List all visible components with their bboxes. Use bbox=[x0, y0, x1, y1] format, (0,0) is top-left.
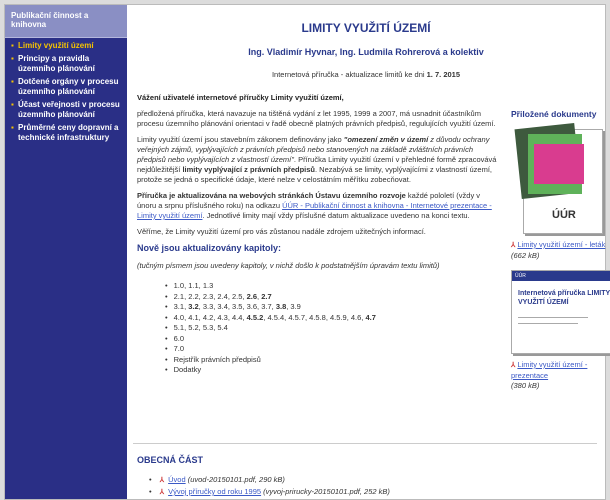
text: Limity využití území jsou stavebním záko… bbox=[137, 135, 344, 144]
updated-chapters-note: (tučným písmem jsou uvedeny kapitoly, v … bbox=[137, 261, 440, 270]
list-item: 6.0 bbox=[165, 334, 499, 345]
sidebar-header: Publikační činnost a knihovna bbox=[5, 5, 127, 38]
sidebar: Publikační činnost a knihovna ▪ Limity vy… bbox=[5, 5, 127, 499]
cover-header: ÚÚR bbox=[512, 271, 610, 281]
bullet-icon: ▪ bbox=[11, 77, 14, 86]
bullet-icon: ▪ bbox=[11, 54, 14, 63]
sidebar-item-label: Účast veřejnosti v procesu územního plán… bbox=[18, 100, 120, 119]
list-item: ⅄ Vývoj příručky od roku 1995 (vyvoj-pri… bbox=[149, 486, 390, 498]
sidebar-item-label: Průměrné ceny dopravní a technické infra… bbox=[18, 123, 119, 142]
list-item: Dodatky bbox=[165, 365, 499, 376]
pdf-icon: ⅄ bbox=[511, 242, 516, 249]
attached-documents: Přiložené dokumenty ÚÚR ⅄ Limity využití… bbox=[511, 109, 610, 400]
file-info: (vyvoj-prirucky-20150101.pdf, 252 kB) bbox=[263, 487, 390, 496]
bullet-icon: ▪ bbox=[11, 41, 14, 50]
leaflet-thumbnail[interactable]: ÚÚR bbox=[514, 123, 603, 234]
page: Publikační činnost a knihovna ▪ Limity vy… bbox=[4, 4, 610, 500]
pdf-icon: ⅄ bbox=[159, 489, 165, 496]
file-link[interactable]: Vývoj příručky od roku 1995 bbox=[168, 487, 261, 496]
chapter-list: 1.0, 1.1, 1.3 2.1, 2.2, 2.3, 2.4, 2.5, 2… bbox=[137, 281, 499, 376]
sidebar-item-prumerne-ceny[interactable]: ▪ Průměrné ceny dopravní a technické infr… bbox=[11, 123, 123, 143]
sidebar-item-label: Dotčené orgány v procesu územního plánov… bbox=[18, 77, 119, 96]
uur-logo: ÚÚR bbox=[552, 209, 576, 221]
authors: Ing. Vladimír Hyvnar, Ing. Ludmila Rohre… bbox=[248, 47, 484, 57]
list-item: 3.1, 3.2, 3.3, 3.4, 3.5, 3.6, 3.7, 3.8, … bbox=[165, 302, 499, 313]
update-prefix: Internetová příručka - aktualizace limit… bbox=[271, 70, 425, 79]
pdf-icon: ⅄ bbox=[511, 362, 516, 369]
cover-stripe bbox=[534, 144, 584, 184]
leaflet-doc: ⅄ Limity využití území - leták bbox=[511, 240, 610, 251]
sidebar-menu: ▪ Limity využití území ▪ Principy a pravid… bbox=[5, 38, 127, 143]
sidebar-item-principy[interactable]: ▪ Principy a pravidla územního plánování bbox=[11, 54, 123, 74]
update-line: Internetová příručka - aktualizace limit… bbox=[127, 70, 605, 79]
list-item: 7.0 bbox=[165, 344, 499, 355]
cover-title: Internetová příručka LIMITY VYUŽITÍ ÚZEM… bbox=[518, 290, 610, 306]
leaflet-link[interactable]: Limity využití území - leták bbox=[517, 240, 605, 249]
pdf-icon: ⅄ bbox=[159, 477, 165, 484]
sidebar-item-label: Principy a pravidla územního plánování bbox=[18, 54, 95, 73]
list-item: ⅄ Úvod (uvod-20150101.pdf, 290 kB) bbox=[149, 474, 390, 486]
text-bold: Příručka je aktualizována na webových st… bbox=[137, 191, 406, 200]
greeting: Vážení uživatelé internetové příručky Li… bbox=[137, 93, 344, 102]
leaflet-size: (662 kB) bbox=[511, 251, 540, 260]
text-bold: limity vyplývající z právních předpisů bbox=[182, 165, 315, 174]
cover-line bbox=[518, 323, 578, 324]
text-emphasis: "omezení změn v území bbox=[343, 135, 429, 144]
file-list: ⅄ Úvod (uvod-20150101.pdf, 290 kB) ⅄ Výv… bbox=[149, 474, 390, 498]
presentation-size: (380 kB) bbox=[511, 381, 540, 390]
page-title: LIMITY VYUŽITÍ ÚZEMÍ bbox=[301, 21, 431, 35]
cover-line bbox=[518, 317, 588, 318]
file-info: (uvod-20150101.pdf, 290 kB) bbox=[187, 475, 285, 484]
sidebar-item-dotcene-organy[interactable]: ▪ Dotčené orgány v procesu územního pláno… bbox=[11, 77, 123, 97]
intro-text: Vážení uživatelé internetové příručky Li… bbox=[137, 93, 499, 376]
sidebar-item-ucast-verejnosti[interactable]: ▪ Účast veřejnosti v procesu územního plá… bbox=[11, 100, 123, 120]
sidebar-item-limity[interactable]: ▪ Limity využití území bbox=[11, 41, 123, 51]
paragraph-2: Limity využití území jsou stavebním záko… bbox=[137, 135, 499, 185]
main-content: LIMITY VYUŽITÍ ÚZEMÍ Ing. Vladimír Hyvna… bbox=[127, 5, 610, 499]
bullet-icon: ▪ bbox=[11, 123, 14, 132]
update-date: 1. 7. 2015 bbox=[426, 70, 461, 79]
list-item: 4.0, 4.1, 4.2, 4.3, 4.4, 4.5.2, 4.5.4, 4… bbox=[165, 313, 499, 324]
list-item: 2.1, 2.2, 2.3, 2.4, 2.5, 2.6, 2.7 bbox=[165, 292, 499, 303]
sidebar-item-label: Limity využití území bbox=[18, 41, 94, 50]
divider bbox=[133, 443, 597, 444]
paragraph-4: Věříme, že Limity využití území pro vás … bbox=[137, 227, 426, 236]
text: . Jednotlivé limity mají vždy příslušné … bbox=[202, 211, 470, 220]
paragraph-3: Příručka je aktualizována na webových st… bbox=[137, 191, 499, 221]
section-heading: OBECNÁ ČÁST bbox=[137, 455, 204, 465]
file-link[interactable]: Úvod bbox=[168, 475, 186, 484]
attached-documents-heading: Přiložené dokumenty bbox=[511, 109, 597, 119]
list-item: 1.0, 1.1, 1.3 bbox=[165, 281, 499, 292]
presentation-doc: ⅄ Limity využití území - prezentace bbox=[511, 360, 610, 381]
paragraph-1: předložená příručka, která navazuje na t… bbox=[137, 109, 496, 128]
updated-chapters-heading: Nově jsou aktualizovány kapitoly: bbox=[137, 243, 282, 253]
list-item: 5.1, 5.2, 5.3, 5.4 bbox=[165, 323, 499, 334]
presentation-doc-link[interactable]: Limity využití území - prezentace bbox=[511, 360, 587, 380]
presentation-thumbnail[interactable]: ÚÚR Internetová příručka LIMITY VYUŽITÍ … bbox=[511, 270, 610, 354]
bullet-icon: ▪ bbox=[11, 100, 14, 109]
list-item: Rejstřík právních předpisů bbox=[165, 355, 499, 366]
